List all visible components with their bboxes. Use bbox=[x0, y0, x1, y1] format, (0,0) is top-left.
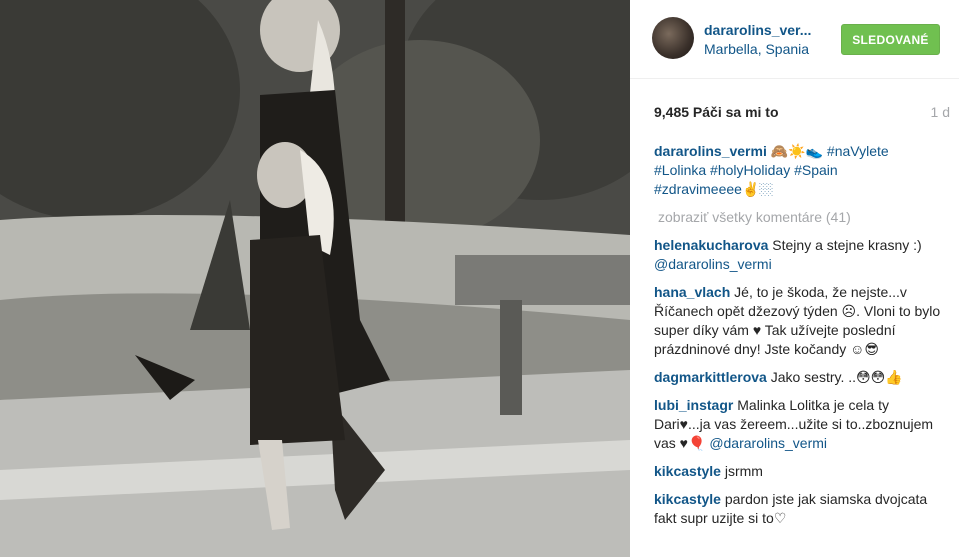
follow-button[interactable]: SLEDOVANÉ bbox=[841, 24, 940, 55]
likes-row: 9,485 Páči sa mi to 1 d bbox=[654, 104, 950, 120]
comment-mention[interactable]: @dararolins_vermi bbox=[654, 256, 772, 272]
comments-list: dararolins_vermi 🙈☀️👟 #naVylete #Lolinka… bbox=[654, 142, 944, 537]
comment-author[interactable]: kikcastyle bbox=[654, 491, 721, 507]
comment: helenakucharova Stejny a stejne krasny :… bbox=[654, 236, 944, 274]
comment-author[interactable]: dagmarkittlerova bbox=[654, 369, 767, 385]
comment-mention[interactable]: @dararolins_vermi bbox=[709, 435, 827, 451]
hashtag[interactable]: #holyHoliday bbox=[710, 162, 790, 178]
comment: lubi_instagr Malinka Lolitka je cela ty … bbox=[654, 396, 944, 453]
caption-emoji: 🙈☀️👟 bbox=[770, 143, 824, 159]
view-all-comments-link[interactable]: zobraziť všetky komentáre (41) bbox=[658, 208, 944, 227]
hashtag[interactable]: #Lolinka bbox=[654, 162, 706, 178]
post-header: dararolins_ver... Marbella, Spania SLEDO… bbox=[630, 0, 959, 79]
comment-text: jsrmm bbox=[724, 463, 763, 479]
hashtag[interactable]: #Spain bbox=[794, 162, 838, 178]
hashtag[interactable]: #zdravimeeee✌️🏼 bbox=[654, 181, 773, 197]
caption-author[interactable]: dararolins_vermi bbox=[654, 143, 767, 159]
comment-text: Stejny a stejne krasny :) bbox=[772, 237, 922, 253]
avatar[interactable] bbox=[652, 17, 694, 59]
post-photo[interactable] bbox=[0, 0, 630, 557]
post-author-username[interactable]: dararolins_ver... bbox=[704, 22, 811, 38]
post-side-panel: dararolins_ver... Marbella, Spania SLEDO… bbox=[630, 0, 959, 557]
caption: dararolins_vermi 🙈☀️👟 #naVylete #Lolinka… bbox=[654, 142, 944, 199]
comment: dagmarkittlerova Jako sestry. ..😳😳👍 bbox=[654, 368, 944, 387]
likes-count[interactable]: 9,485 Páči sa mi to bbox=[654, 104, 779, 120]
comment: kikcastyle jsrmm bbox=[654, 462, 944, 481]
comment-author[interactable]: hana_vlach bbox=[654, 284, 730, 300]
post-location[interactable]: Marbella, Spania bbox=[704, 41, 809, 57]
comment-text: Jako sestry. ..😳😳👍 bbox=[770, 369, 903, 385]
comment-author[interactable]: helenakucharova bbox=[654, 237, 768, 253]
comment-author[interactable]: lubi_instagr bbox=[654, 397, 733, 413]
post-time[interactable]: 1 d bbox=[931, 104, 950, 120]
hashtag[interactable]: #naVylete bbox=[827, 143, 889, 159]
photo-illustration bbox=[0, 0, 630, 557]
comment: kikcastyle pardon jste jak siamska dvojc… bbox=[654, 490, 944, 528]
comment: hana_vlach Jé, to je škoda, že nejste...… bbox=[654, 283, 944, 359]
comment-author[interactable]: kikcastyle bbox=[654, 463, 721, 479]
